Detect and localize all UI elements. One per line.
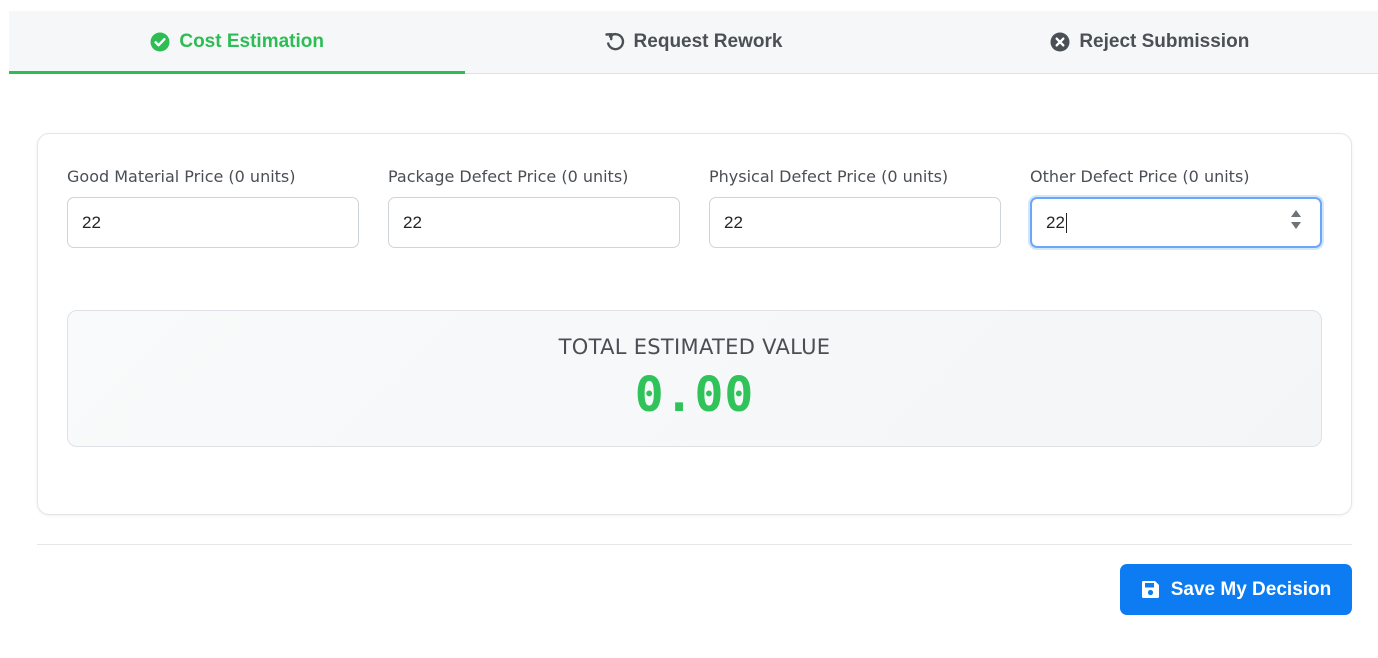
text-caret bbox=[1065, 212, 1067, 233]
input-value: 22 bbox=[1046, 212, 1065, 232]
tab-reject-submission[interactable]: Reject Submission bbox=[922, 11, 1378, 73]
input-value: 22 bbox=[724, 212, 743, 232]
field-label: Good Material Price (0 units) bbox=[67, 167, 296, 186]
field-label: Other Defect Price (0 units) bbox=[1030, 167, 1250, 186]
x-circle-icon bbox=[1050, 32, 1070, 52]
spinner-down-icon[interactable] bbox=[1291, 222, 1301, 229]
tab-label: Reject Submission bbox=[1079, 31, 1250, 52]
other-defect-price-field: Other Defect Price (0 units) 22 bbox=[1030, 167, 1322, 248]
good-material-price-field: Good Material Price (0 units) 22 bbox=[67, 167, 359, 248]
tab-cost-estimation[interactable]: Cost Estimation bbox=[9, 11, 466, 74]
tab-label: Cost Estimation bbox=[179, 31, 324, 52]
tab-label: Request Rework bbox=[633, 31, 783, 52]
divider bbox=[37, 544, 1352, 545]
number-spinner[interactable] bbox=[1291, 210, 1301, 229]
floppy-disk-icon bbox=[1141, 580, 1160, 599]
package-defect-price-field: Package Defect Price (0 units) 22 bbox=[388, 167, 680, 248]
package-defect-price-input[interactable]: 22 bbox=[388, 197, 680, 248]
tab-request-rework[interactable]: Request Rework bbox=[465, 11, 921, 73]
field-label: Package Defect Price (0 units) bbox=[388, 167, 629, 186]
spinner-up-icon[interactable] bbox=[1291, 210, 1301, 217]
save-decision-button[interactable]: Save My Decision bbox=[1120, 564, 1352, 615]
total-label: TOTAL ESTIMATED VALUE bbox=[558, 335, 831, 359]
input-value: 22 bbox=[82, 212, 101, 232]
good-material-price-input[interactable]: 22 bbox=[67, 197, 359, 248]
undo-icon bbox=[604, 32, 625, 52]
physical-defect-price-input[interactable]: 22 bbox=[709, 197, 1001, 248]
decision-tabs: Cost Estimation Request Rework Reject Su… bbox=[9, 11, 1378, 74]
total-value: 0.00 bbox=[634, 367, 755, 423]
input-value: 22 bbox=[403, 212, 422, 232]
physical-defect-price-field: Physical Defect Price (0 units) 22 bbox=[709, 167, 1001, 248]
field-label: Physical Defect Price (0 units) bbox=[709, 167, 949, 186]
total-estimated-value-panel: TOTAL ESTIMATED VALUE 0.00 bbox=[67, 310, 1322, 447]
other-defect-price-input[interactable]: 22 bbox=[1030, 197, 1322, 248]
save-button-label: Save My Decision bbox=[1170, 578, 1332, 600]
cost-estimation-card: Good Material Price (0 units) 22 Package… bbox=[37, 133, 1352, 515]
check-circle-icon bbox=[150, 32, 170, 52]
